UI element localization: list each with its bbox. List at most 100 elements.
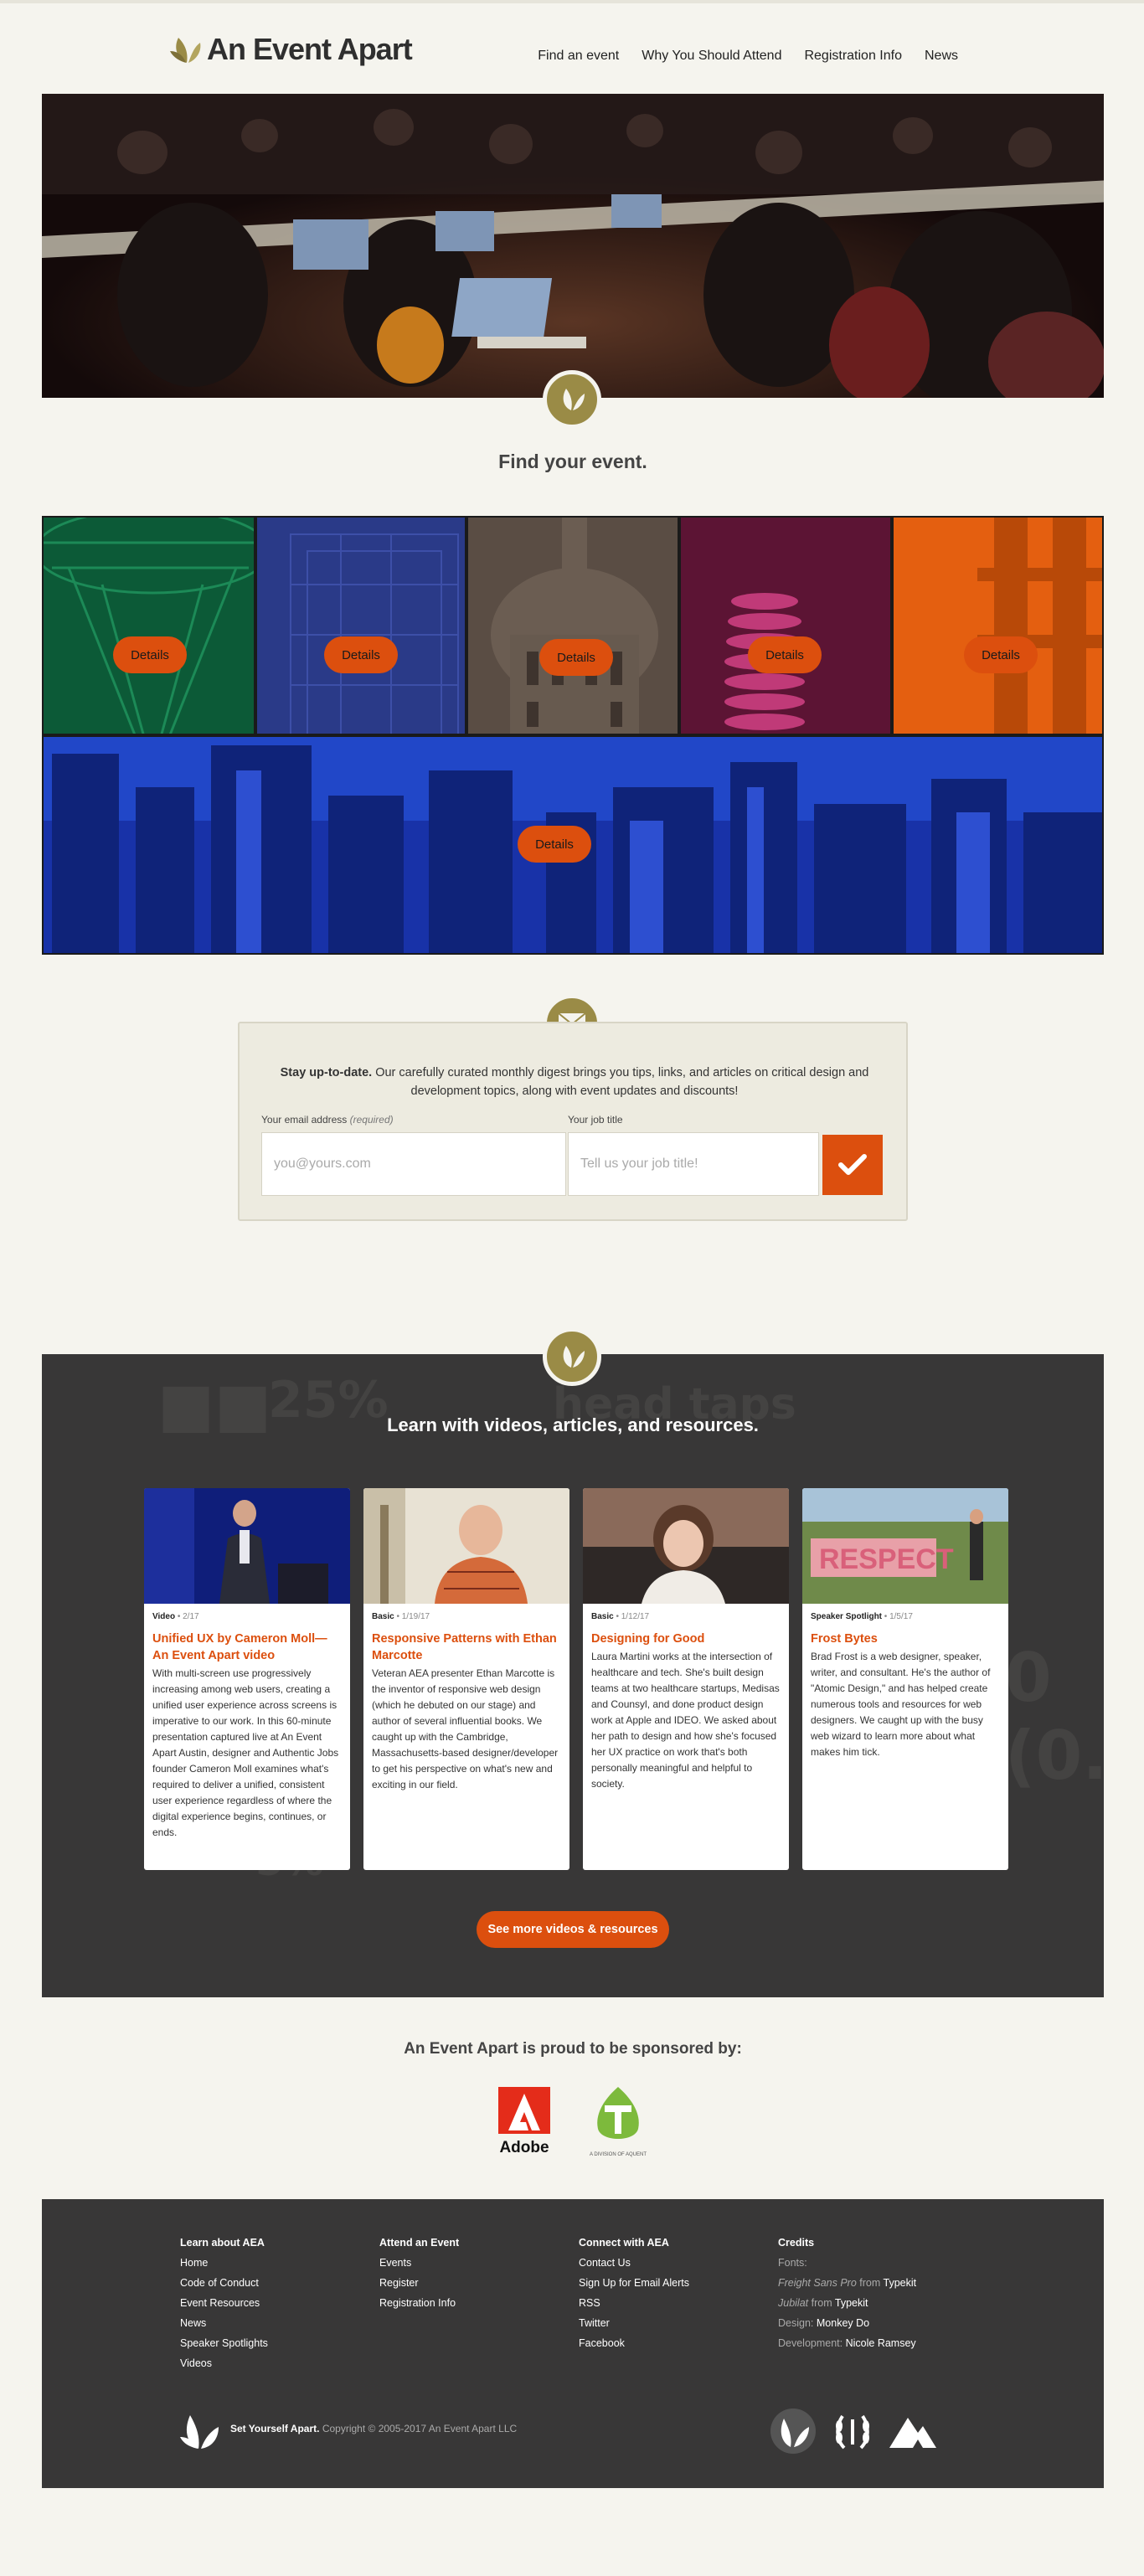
see-more-button[interactable]: See more videos & resources xyxy=(477,1911,669,1948)
footer-link-twitter[interactable]: Twitter xyxy=(579,2317,610,2329)
find-event-heading: Find your event. xyxy=(498,451,647,472)
treehouse-tagline: A DIVISION OF AQUENT xyxy=(590,2152,647,2157)
leaf-circle-icon[interactable] xyxy=(770,2409,816,2454)
footer-affiliate-icons xyxy=(770,2409,936,2454)
card-title[interactable]: Unified UX by Cameron Moll—An Event Apar… xyxy=(152,1631,342,1664)
footer-link-email-alerts[interactable]: Sign Up for Email Alerts xyxy=(579,2277,689,2289)
card-meta: Speaker Spotlight • 1/5/17 xyxy=(811,1612,913,1621)
card-title[interactable]: Frost Bytes xyxy=(811,1631,1000,1647)
job-title-field[interactable]: Tell us your job title! xyxy=(568,1132,819,1196)
footer-link-rss[interactable]: RSS xyxy=(579,2297,600,2309)
newsletter-description: Stay up-to-date. Our carefully curated m… xyxy=(273,1064,876,1100)
footer-heading: Credits xyxy=(778,2237,815,2249)
credits-font-1: Freight Sans Pro from Typekit xyxy=(778,2277,917,2289)
monkey-do-link[interactable]: Monkey Do xyxy=(817,2317,869,2329)
learn-section: ■■ 25% head taps 5% 0 (0. Learn with vid… xyxy=(42,1354,1104,1997)
footer-link-code-of-conduct[interactable]: Code of Conduct xyxy=(180,2277,259,2289)
event-tile-washington[interactable]: Details xyxy=(466,516,679,735)
card-excerpt: Brad Frost is a web designer, speaker, w… xyxy=(811,1651,991,1758)
respect-sign-image: RESPECT xyxy=(802,1488,1008,1604)
capitol-dome-photo xyxy=(468,518,678,734)
email-field[interactable]: you@yours.com xyxy=(261,1132,566,1196)
card-thumbnail xyxy=(363,1488,569,1604)
leaf-icon xyxy=(563,1346,585,1368)
footer-link-events[interactable]: Events xyxy=(379,2257,411,2269)
footer-link-contact[interactable]: Contact Us xyxy=(579,2257,631,2269)
nav-find-an-event[interactable]: Find an event xyxy=(538,49,619,64)
footer-col-connect: Connect with AEA Contact Us Sign Up for … xyxy=(579,2233,689,2353)
laurel-wreath-icon[interactable] xyxy=(832,2411,873,2451)
footer-tagline: Set Yourself Apart. xyxy=(230,2423,320,2434)
newsletter-signup: Stay up-to-date. Our carefully curated m… xyxy=(238,1022,908,1221)
footer-link-event-resources[interactable]: Event Resources xyxy=(180,2297,260,2309)
event-tile-seattle[interactable]: Details xyxy=(42,516,255,735)
credits-design: Design: Monkey Do xyxy=(778,2317,870,2329)
footer-heading: Attend an Event xyxy=(379,2237,460,2249)
details-button[interactable]: Details xyxy=(113,636,187,673)
details-button[interactable]: Details xyxy=(518,826,591,863)
resource-card[interactable]: Basic • 1/12/17 Designing for Good Laura… xyxy=(583,1488,789,1870)
credits-development: Development: Nicole Ramsey xyxy=(778,2337,916,2349)
footer-link-register[interactable]: Register xyxy=(379,2277,419,2289)
adobe-wordmark: Adobe xyxy=(499,2139,549,2156)
conference-audience-photo xyxy=(42,94,1104,398)
footer-link-facebook[interactable]: Facebook xyxy=(579,2337,625,2349)
footer-bottom-bar: Set Yourself Apart. Copyright © 2005-201… xyxy=(180,2407,517,2450)
email-label-text: Your email address xyxy=(261,1114,348,1126)
speaker-on-stage-image xyxy=(144,1488,350,1604)
details-button[interactable]: Details xyxy=(964,636,1038,673)
section-leaf-badge xyxy=(543,370,601,429)
mountain-a-icon[interactable] xyxy=(889,2414,936,2448)
main-nav: Find an event Why You Should Attend Regi… xyxy=(538,49,958,64)
nav-why-attend[interactable]: Why You Should Attend xyxy=(642,49,781,64)
space-needle-photo xyxy=(44,518,254,734)
details-button[interactable]: Details xyxy=(748,636,822,673)
footer-link-home[interactable]: Home xyxy=(180,2257,208,2269)
typekit-link[interactable]: Typekit xyxy=(835,2297,868,2309)
event-tile-chicago[interactable]: Details xyxy=(679,516,892,735)
email-placeholder: you@yours.com xyxy=(274,1157,371,1171)
job-label: Your job title xyxy=(568,1114,623,1126)
aea-leaf-logo-icon[interactable] xyxy=(180,2407,220,2450)
footer-link-registration-info[interactable]: Registration Info xyxy=(379,2297,456,2309)
details-button[interactable]: Details xyxy=(324,636,398,673)
card-meta: Video • 2/17 xyxy=(152,1612,199,1621)
email-required-note: (required) xyxy=(349,1114,394,1126)
footer-link-speaker-spotlights[interactable]: Speaker Spotlights xyxy=(180,2337,268,2349)
treehouse-logo-icon: A DIVISION OF AQUENT xyxy=(590,2087,647,2157)
woman-portrait-image xyxy=(583,1488,789,1604)
event-tile-denver[interactable]: Details xyxy=(42,735,1104,955)
treehouse-sponsor-logo[interactable]: A DIVISION OF AQUENT xyxy=(580,2084,657,2161)
footer-link-news[interactable]: News xyxy=(180,2317,206,2329)
card-excerpt: Laura Martini works at the intersection … xyxy=(591,1651,780,1790)
subscribe-button[interactable] xyxy=(822,1135,883,1195)
email-label: Your email address (required) xyxy=(261,1114,394,1126)
checkmark-icon xyxy=(838,1154,867,1175)
site-logo[interactable]: An Event Apart xyxy=(170,32,413,67)
event-tile-boston[interactable]: Details xyxy=(255,516,466,735)
resource-card[interactable]: RESPECT Speaker Spotlight • 1/5/17 Frost… xyxy=(802,1488,1008,1870)
leaf-logo-icon xyxy=(170,38,201,63)
typekit-link[interactable]: Typekit xyxy=(884,2277,917,2289)
site-footer: Learn about AEA Home Code of Conduct Eve… xyxy=(42,2199,1104,2488)
nicole-ramsey-link[interactable]: Nicole Ramsey xyxy=(846,2337,916,2349)
details-button[interactable]: Details xyxy=(539,639,613,676)
bg-numeral-0: 0 (0. xyxy=(1005,1639,1104,1795)
card-thumbnail: RESPECT xyxy=(802,1488,1008,1604)
resource-card[interactable]: Basic • 1/19/17 Responsive Patterns with… xyxy=(363,1488,569,1870)
golden-gate-photo xyxy=(894,518,1102,734)
resource-card[interactable]: Video • 2/17 Unified UX by Cameron Moll—… xyxy=(144,1488,350,1870)
footer-link-videos[interactable]: Videos xyxy=(180,2357,212,2369)
nav-news[interactable]: News xyxy=(925,49,958,64)
adobe-sponsor-logo[interactable]: Adobe xyxy=(498,2087,550,2156)
newsletter-text: Our carefully curated monthly digest bri… xyxy=(375,1066,869,1098)
credits-font-2: Jubilat from Typekit xyxy=(778,2297,868,2309)
event-tile-san-francisco[interactable]: Details xyxy=(892,516,1104,735)
card-title[interactable]: Responsive Patterns with Ethan Marcotte xyxy=(372,1631,561,1664)
nav-registration-info[interactable]: Registration Info xyxy=(804,49,902,64)
newsletter-lead: Stay up-to-date. xyxy=(280,1066,373,1079)
boston-building-photo xyxy=(257,518,465,734)
card-title[interactable]: Designing for Good xyxy=(591,1631,781,1647)
footer-col-learn: Learn about AEA Home Code of Conduct Eve… xyxy=(180,2233,268,2373)
smiling-man-portrait-image xyxy=(363,1488,569,1604)
